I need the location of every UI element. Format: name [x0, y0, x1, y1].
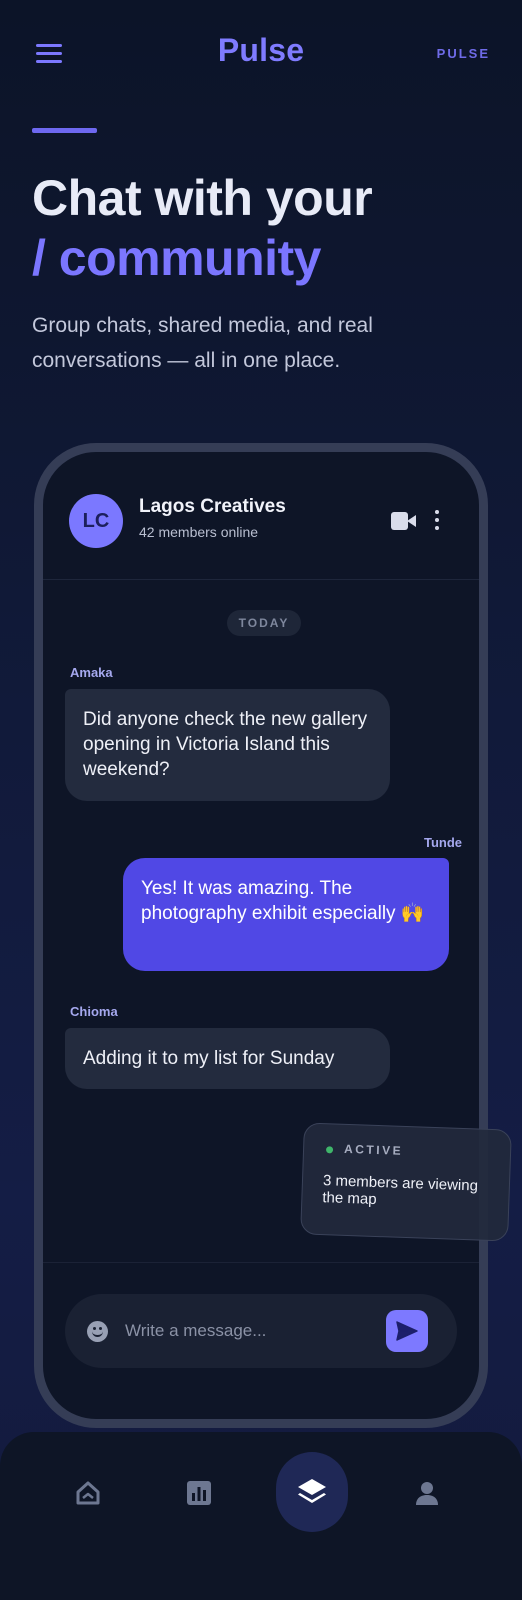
hero-title: Chat with your / community	[32, 168, 373, 288]
emoji-icon[interactable]	[87, 1321, 108, 1342]
message-sender: Tunde	[423, 835, 462, 850]
bottom-nav	[0, 1432, 522, 1600]
group-status: 42 members online	[139, 524, 259, 540]
person-icon	[416, 1482, 438, 1505]
chat-header: LC Lagos Creatives 42 members online	[43, 452, 479, 580]
chart-icon	[187, 1481, 211, 1505]
active-status-dot	[325, 1146, 334, 1154]
message-bubble-outgoing[interactable]: Yes! It was amazing. The photography exh…	[123, 858, 449, 971]
send-icon	[396, 1321, 418, 1341]
layers-icon	[298, 1479, 326, 1503]
group-avatar[interactable]: LC	[69, 494, 123, 548]
active-members-card[interactable]: ACTIVE 3 members are viewing the map	[300, 1122, 512, 1242]
message-bubble-incoming[interactable]: Adding it to my list for Sunday	[65, 1028, 390, 1089]
nav-layers[interactable]	[276, 1452, 348, 1532]
group-name[interactable]: Lagos Creatives	[139, 496, 286, 518]
nav-profile[interactable]	[393, 1458, 463, 1528]
active-text: 3 members are viewing the map	[322, 1172, 479, 1208]
nav-stats[interactable]	[165, 1458, 235, 1528]
home-icon	[76, 1481, 100, 1505]
message-sender: Chioma	[70, 1004, 118, 1019]
hero-subtitle: Group chats, shared media, and real conv…	[32, 314, 373, 372]
phone-mockup: LC Lagos Creatives 42 members online TOD…	[34, 443, 488, 1428]
active-label: ACTIVE	[343, 1141, 404, 1158]
day-separator: TODAY	[227, 610, 301, 636]
more-options-icon[interactable]	[433, 508, 441, 532]
message-composer	[65, 1294, 457, 1368]
send-button[interactable]	[386, 1310, 428, 1352]
hero-title-line1: Chat with your	[32, 170, 373, 226]
message-input[interactable]	[125, 1314, 365, 1348]
video-call-icon[interactable]	[391, 512, 417, 530]
page: Pulse PULSE Chat with your / community G…	[0, 0, 522, 1600]
hero-title-line2: / community	[32, 230, 321, 286]
composer-divider	[43, 1262, 479, 1263]
accent-line	[32, 128, 97, 133]
brand-link[interactable]: PULSE	[437, 46, 490, 61]
nav-home[interactable]	[53, 1458, 123, 1528]
message-sender: Amaka	[70, 665, 113, 680]
top-bar: Pulse PULSE	[0, 0, 522, 108]
message-bubble-incoming[interactable]: Did anyone check the new gallery opening…	[65, 689, 390, 801]
